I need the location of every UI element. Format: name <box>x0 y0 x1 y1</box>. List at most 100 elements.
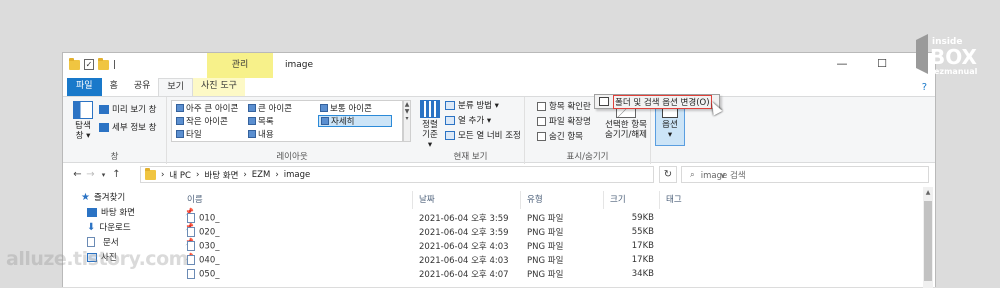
layout-content[interactable]: 내용 <box>246 128 276 140</box>
nav-item-quick-access[interactable]: ★ 즐겨찾기 <box>81 191 126 204</box>
file-type: PNG 파일 <box>527 270 564 280</box>
site-watermark: alluze.tistory.com <box>6 248 188 270</box>
logo-text-box: BOX <box>930 45 978 69</box>
layout-extra-large-icons[interactable]: 아주 큰 아이콘 <box>174 102 240 114</box>
nav-item-label: 바탕 화면 <box>101 208 135 218</box>
back-arrow-icon[interactable]: ← <box>71 169 84 180</box>
recent-locations-chevron-icon[interactable]: ▾ <box>97 171 110 179</box>
preview-pane-button[interactable]: 미리 보기 창 <box>99 103 157 115</box>
breadcrumb-ezm[interactable]: EZM <box>252 170 271 180</box>
vertical-scrollbar[interactable]: ▲ <box>923 187 933 288</box>
column-header-name[interactable]: 이름 <box>181 191 413 209</box>
list-view-icon <box>248 117 256 125</box>
file-size: 55KB <box>631 227 654 237</box>
size-columns-icon <box>445 130 455 140</box>
forward-arrow-icon[interactable]: → <box>84 169 97 180</box>
add-columns-icon <box>445 115 455 125</box>
add-columns-button[interactable]: 열 추가 ▾ <box>445 114 491 126</box>
layout-small-icons[interactable]: 작은 아이콘 <box>174 115 230 127</box>
layout-item-label: 보통 아이콘 <box>330 104 372 114</box>
ribbon: 탐색 창 ▾ 미리 보기 창 세부 정보 창 창 레이아웃 아주 큰 아이콘 큰… <box>63 96 935 164</box>
table-row[interactable]: 010_ 2021-06-04 오후 3:59 PNG 파일 59KB <box>181 211 926 225</box>
navigation-pane-label: 탐색 창 ▾ <box>75 121 91 141</box>
table-row[interactable]: 020_ 2021-06-04 오후 3:59 PNG 파일 55KB <box>181 225 926 239</box>
checkbox-icon <box>537 101 546 111</box>
tab-home[interactable]: 홈 <box>102 78 126 96</box>
nav-item-label: 문서 <box>103 238 119 248</box>
png-file-icon <box>187 226 195 237</box>
address-bar[interactable]: › 내 PC › 바탕 화면 › EZM › image ∨ <box>140 166 726 183</box>
layout-large-icons[interactable]: 큰 아이콘 <box>246 102 294 114</box>
layout-gallery-scroll[interactable]: ▲ ▼ ▾ <box>403 100 411 142</box>
breadcrumb-this-pc[interactable]: 내 PC <box>169 169 191 181</box>
nav-item-label: 즐겨찾기 <box>93 193 126 203</box>
file-size: 34KB <box>631 269 654 279</box>
size-all-columns-button[interactable]: 모든 열 너비 조정 <box>445 129 521 141</box>
refresh-button[interactable]: ↻ <box>659 166 677 183</box>
layout-details[interactable]: 자세히 <box>318 115 392 127</box>
properties-icon[interactable]: ✓ <box>84 59 94 70</box>
folder-icon <box>69 57 80 70</box>
tab-view[interactable]: 보기 <box>158 78 193 96</box>
breadcrumb-desktop[interactable]: 바탕 화면 <box>204 169 238 181</box>
details-pane-button[interactable]: 세부 정보 창 <box>99 121 157 133</box>
context-tab-manage[interactable]: 관리 <box>207 53 273 78</box>
tab-picture-tools[interactable]: 사진 도구 <box>192 78 245 96</box>
change-folder-search-options-item[interactable]: 폴더 및 검색 옵션 변경(O) <box>613 94 712 109</box>
breadcrumb-image[interactable]: image <box>284 170 310 180</box>
layout-item-label: 내용 <box>258 130 274 140</box>
search-icon: ⌕ <box>690 169 695 180</box>
up-arrow-icon[interactable]: ↑ <box>110 169 123 180</box>
nav-item-documents[interactable]: 문서📌 <box>87 236 194 248</box>
group-by-button[interactable]: 분류 방법 ▾ <box>445 99 499 111</box>
preview-pane-icon <box>99 104 109 114</box>
file-extensions-toggle[interactable]: 파일 확장명 <box>537 115 591 127</box>
scroll-up-icon[interactable]: ▲ <box>923 189 933 196</box>
table-row[interactable]: 030_ 2021-06-04 오후 4:03 PNG 파일 17KB <box>181 239 926 253</box>
insidebox-logo: inside BOX ezmanual <box>912 30 992 80</box>
table-row[interactable]: 040_ 2021-06-04 오후 4:03 PNG 파일 17KB <box>181 253 926 267</box>
checkbox-icon <box>537 131 546 141</box>
maximize-button[interactable]: ☐ <box>875 57 889 70</box>
table-row[interactable]: 050_ 2021-06-04 오후 4:07 PNG 파일 34KB <box>181 267 926 281</box>
file-type: PNG 파일 <box>527 256 564 266</box>
column-header-type[interactable]: 유형 <box>521 191 604 209</box>
layout-tiles[interactable]: 타일 <box>174 128 204 140</box>
column-header-date[interactable]: 날짜 <box>413 191 521 209</box>
new-folder-icon[interactable] <box>98 57 109 70</box>
navigation-pane-button[interactable]: 탐색 창 ▾ <box>69 101 97 141</box>
hidden-items-toggle[interactable]: 숨긴 항목 <box>537 130 583 142</box>
tab-share[interactable]: 공유 <box>126 78 159 96</box>
layout-list[interactable]: 목록 <box>246 115 276 127</box>
options-dropdown-menu: 폴더 및 검색 옵션 변경(O) <box>594 94 720 109</box>
navigation-pane: ★즐겨찾기 바탕 화면📌 ⬇다운로드📌 문서📌 사진📌 <box>63 187 194 288</box>
search-placeholder: image 검색 <box>700 170 746 181</box>
minimize-button[interactable]: — <box>835 57 849 70</box>
column-header-tags[interactable]: 태그 <box>660 191 720 209</box>
checkbox-icon <box>537 116 546 126</box>
sort-icon <box>420 100 440 118</box>
nav-item-downloads[interactable]: ⬇다운로드📌 <box>87 221 194 234</box>
layout-medium-icons[interactable]: 보통 아이콘 <box>318 102 374 114</box>
layout-item-label: 자세히 <box>331 117 355 127</box>
help-icon[interactable]: ? <box>922 82 927 93</box>
star-icon: ★ <box>81 191 90 203</box>
sort-by-button[interactable]: 정렬 기준 ▾ <box>419 100 441 150</box>
size-all-columns-label: 모든 열 너비 조정 <box>458 131 521 141</box>
scrollbar-thumb[interactable] <box>924 201 932 281</box>
column-header-size[interactable]: 크기 <box>604 191 660 209</box>
folder-options-icon <box>599 97 609 106</box>
file-name: 030_ <box>199 241 220 252</box>
layout-gallery: 아주 큰 아이콘 큰 아이콘 보통 아이콘 작은 아이콘 목록 자세히 타일 내… <box>171 100 403 142</box>
details-pane-icon <box>99 122 109 132</box>
current-view-group-label: 현재 보기 <box>453 152 488 162</box>
group-by-label: 분류 방법 ▾ <box>458 101 499 111</box>
quick-access-toolbar: ✓ | <box>69 57 116 70</box>
tab-file[interactable]: 파일 <box>67 78 102 96</box>
quick-access-dropdown[interactable]: | <box>113 60 116 70</box>
search-box[interactable]: ⌕ image 검색 <box>681 166 929 183</box>
file-type: PNG 파일 <box>527 228 564 238</box>
item-checkboxes-toggle[interactable]: 항목 확인란 <box>537 100 591 112</box>
layout-item-label: 작은 아이콘 <box>186 117 228 127</box>
nav-item-desktop[interactable]: 바탕 화면📌 <box>87 206 194 218</box>
